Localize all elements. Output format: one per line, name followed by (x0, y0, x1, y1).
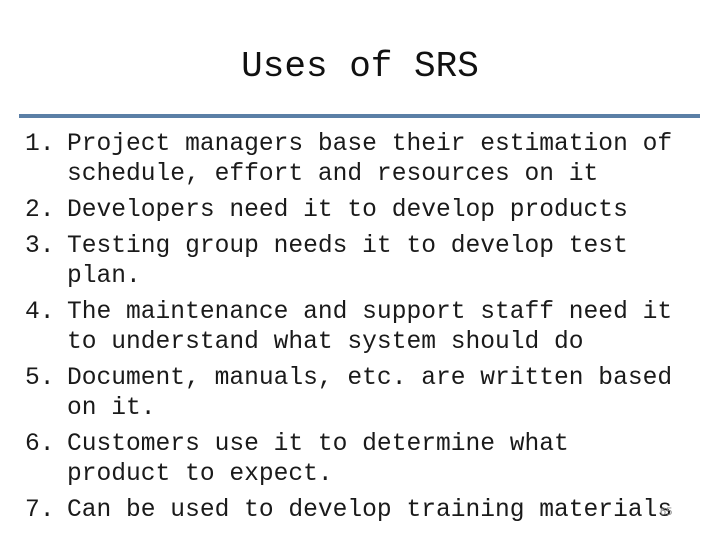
item-line: product to expect. (67, 461, 333, 488)
list-item: 4. The maintenance and support staff nee… (25, 298, 705, 358)
item-text: The maintenance and support staff need i… (67, 298, 705, 358)
list-item: 2. Developers need it to develop product… (25, 196, 705, 226)
item-line: The maintenance and support staff need i… (67, 299, 673, 326)
item-text: Can be used to develop training material… (67, 496, 705, 526)
item-number: 7. (25, 497, 55, 524)
item-line: plan. (67, 263, 141, 290)
item-line: schedule, effort and resources on it (67, 161, 599, 188)
item-text: Developers need it to develop products (67, 196, 705, 226)
list-item: 7. Can be used to develop training mater… (25, 496, 705, 526)
item-line: Testing group needs it to develop test (67, 233, 628, 260)
item-number: 3. (25, 233, 55, 260)
slide-number: 65 (660, 506, 673, 518)
item-line: Project managers base their estimation o… (67, 131, 673, 158)
item-line: on it. (67, 395, 156, 422)
slide-title: Uses of SRS (241, 46, 479, 87)
list-item: 1. Project managers base their estimatio… (25, 130, 705, 190)
item-line: to understand what system should do (67, 329, 584, 356)
item-number: 6. (25, 431, 55, 458)
item-number: 2. (25, 197, 55, 224)
item-text: Project managers base their estimation o… (67, 130, 705, 190)
list-item: 5. Document, manuals, etc. are written b… (25, 364, 705, 424)
list-item: 3. Testing group needs it to develop tes… (25, 232, 705, 292)
item-text: Document, manuals, etc. are written base… (67, 364, 705, 424)
item-line: Customers use it to determine what (67, 431, 569, 458)
item-line: Can be used to develop training material… (67, 497, 673, 524)
item-line: Developers need it to develop products (67, 197, 628, 224)
item-number: 5. (25, 365, 55, 392)
title-divider (19, 114, 700, 118)
item-number: 1. (25, 131, 55, 158)
list-item: 6. Customers use it to determine what pro… (25, 430, 705, 490)
uses-list: 1. Project managers base their estimatio… (25, 130, 705, 532)
item-line: Document, manuals, etc. are written base… (67, 365, 673, 392)
item-text: Testing group needs it to develop test pl… (67, 232, 705, 292)
item-number: 4. (25, 299, 55, 326)
item-text: Customers use it to determine what produc… (67, 430, 705, 490)
